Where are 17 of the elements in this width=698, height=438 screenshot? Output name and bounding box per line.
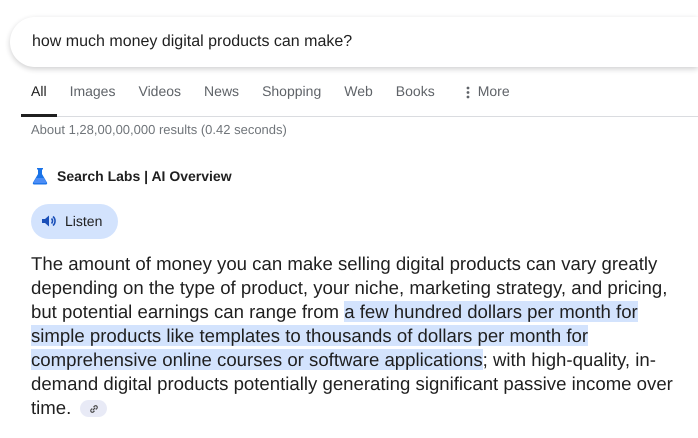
link-icon[interactable]	[80, 400, 108, 418]
overview-title: Search Labs | AI Overview	[57, 166, 232, 186]
overview-paragraph: The amount of money you can make selling digital products can vary greatly depending on the type of product, your niche, marketing strategy, and pricing, but potential earnings can range from a few hundred dollars per month for simple products like templates to thousands of dollars per month for comprehensive online courses or software applications; with high-quality, in-demand digital products potentially generating significant passive income over time.	[31, 252, 674, 420]
search-field[interactable]: how much money digital products can make?	[10, 17, 698, 67]
result-stats: About 1,28,00,00,000 results (0.42 seconds)	[31, 121, 288, 139]
more-icon	[466, 86, 470, 99]
search-tab[interactable]: Web	[334, 80, 383, 117]
flask-icon	[31, 167, 49, 185]
search-tab[interactable]: Books	[386, 80, 445, 117]
search-tab[interactable]: Images	[60, 80, 126, 117]
speaker-icon	[41, 213, 57, 229]
listen-button[interactable]: Listen	[31, 204, 118, 238]
more-tab[interactable]: More	[456, 80, 520, 117]
search-tab[interactable]: Shopping	[252, 80, 332, 117]
search-tab[interactable]: All	[21, 80, 57, 117]
search-tab[interactable]: Videos	[128, 80, 192, 117]
search-tab[interactable]: News	[194, 80, 250, 117]
